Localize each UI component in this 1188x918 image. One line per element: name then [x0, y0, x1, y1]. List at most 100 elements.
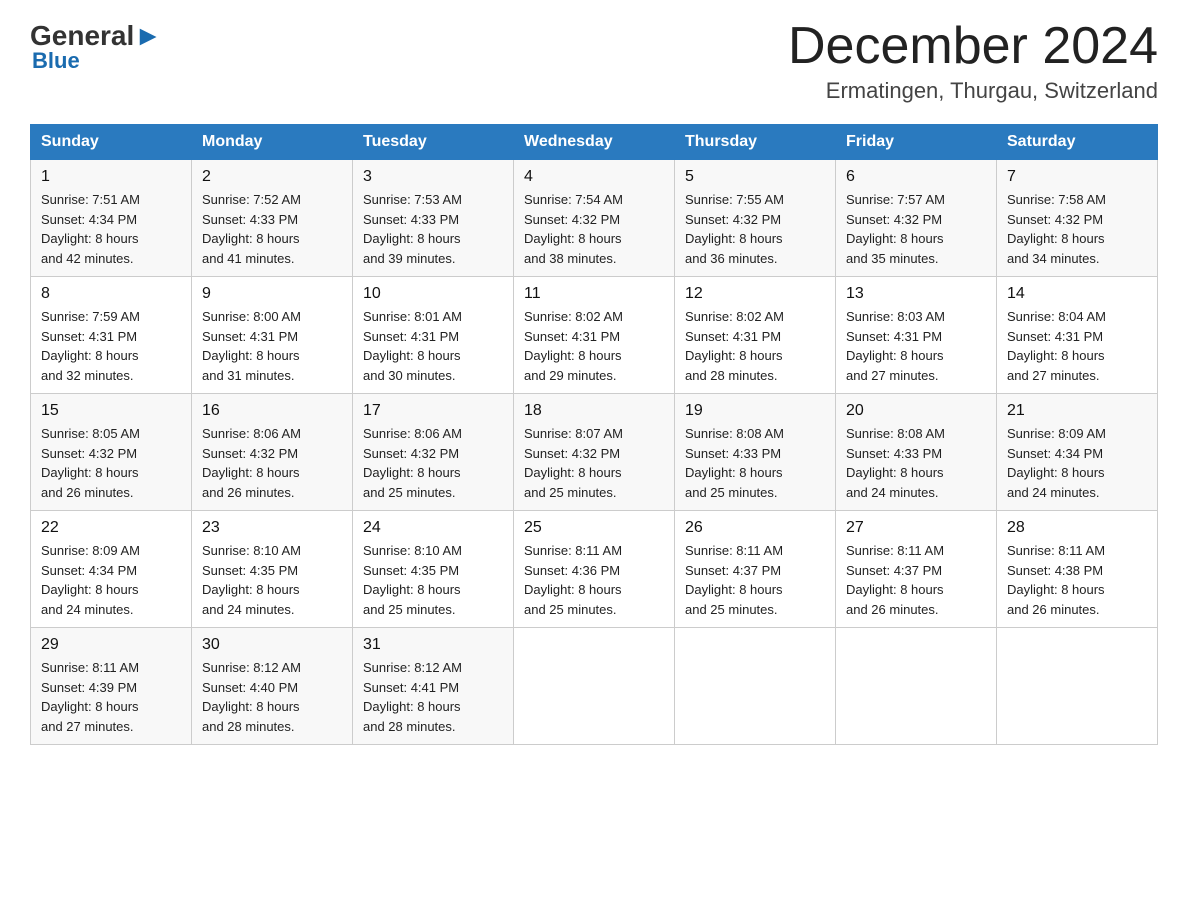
sunrise-label: Sunrise: 8:08 AM: [685, 426, 784, 441]
sunset-label: Sunset: 4:40 PM: [202, 680, 298, 695]
sunset-label: Sunset: 4:34 PM: [1007, 446, 1103, 461]
sunrise-label: Sunrise: 8:02 AM: [524, 309, 623, 324]
calendar-cell: 19 Sunrise: 8:08 AM Sunset: 4:33 PM Dayl…: [675, 394, 836, 511]
day-info: Sunrise: 7:52 AM Sunset: 4:33 PM Dayligh…: [202, 190, 342, 268]
day-number: 29: [41, 636, 181, 654]
sunset-label: Sunset: 4:32 PM: [1007, 212, 1103, 227]
day-number: 6: [846, 168, 986, 186]
calendar-cell: 29 Sunrise: 8:11 AM Sunset: 4:39 PM Dayl…: [31, 628, 192, 745]
sunset-label: Sunset: 4:31 PM: [41, 329, 137, 344]
calendar-cell: 15 Sunrise: 8:05 AM Sunset: 4:32 PM Dayl…: [31, 394, 192, 511]
day-info: Sunrise: 7:59 AM Sunset: 4:31 PM Dayligh…: [41, 307, 181, 385]
calendar-cell: 7 Sunrise: 7:58 AM Sunset: 4:32 PM Dayli…: [997, 160, 1158, 277]
calendar-cell: 8 Sunrise: 7:59 AM Sunset: 4:31 PM Dayli…: [31, 277, 192, 394]
col-tuesday: Tuesday: [353, 125, 514, 160]
calendar-cell: 4 Sunrise: 7:54 AM Sunset: 4:32 PM Dayli…: [514, 160, 675, 277]
sunset-label: Sunset: 4:32 PM: [363, 446, 459, 461]
calendar-cell: 13 Sunrise: 8:03 AM Sunset: 4:31 PM Dayl…: [836, 277, 997, 394]
daylight-label: Daylight: 8 hoursand 28 minutes.: [363, 699, 461, 734]
day-info: Sunrise: 7:57 AM Sunset: 4:32 PM Dayligh…: [846, 190, 986, 268]
sunrise-label: Sunrise: 8:11 AM: [41, 660, 139, 675]
col-saturday: Saturday: [997, 125, 1158, 160]
day-number: 8: [41, 285, 181, 303]
sunset-label: Sunset: 4:31 PM: [1007, 329, 1103, 344]
location-subtitle: Ermatingen, Thurgau, Switzerland: [788, 78, 1158, 104]
day-number: 16: [202, 402, 342, 420]
day-info: Sunrise: 8:01 AM Sunset: 4:31 PM Dayligh…: [363, 307, 503, 385]
day-info: Sunrise: 8:11 AM Sunset: 4:37 PM Dayligh…: [685, 541, 825, 619]
daylight-label: Daylight: 8 hoursand 25 minutes.: [524, 582, 622, 617]
sunset-label: Sunset: 4:35 PM: [202, 563, 298, 578]
daylight-label: Daylight: 8 hoursand 25 minutes.: [685, 582, 783, 617]
sunset-label: Sunset: 4:31 PM: [524, 329, 620, 344]
sunrise-label: Sunrise: 8:09 AM: [41, 543, 140, 558]
daylight-label: Daylight: 8 hoursand 25 minutes.: [363, 465, 461, 500]
sunrise-label: Sunrise: 8:09 AM: [1007, 426, 1106, 441]
day-info: Sunrise: 8:03 AM Sunset: 4:31 PM Dayligh…: [846, 307, 986, 385]
day-number: 30: [202, 636, 342, 654]
calendar-week-row: 29 Sunrise: 8:11 AM Sunset: 4:39 PM Dayl…: [31, 628, 1158, 745]
sunrise-label: Sunrise: 7:59 AM: [41, 309, 140, 324]
title-block: December 2024 Ermatingen, Thurgau, Switz…: [788, 20, 1158, 104]
calendar-week-row: 1 Sunrise: 7:51 AM Sunset: 4:34 PM Dayli…: [31, 160, 1158, 277]
daylight-label: Daylight: 8 hoursand 30 minutes.: [363, 348, 461, 383]
day-number: 17: [363, 402, 503, 420]
day-info: Sunrise: 8:02 AM Sunset: 4:31 PM Dayligh…: [685, 307, 825, 385]
daylight-label: Daylight: 8 hoursand 26 minutes.: [202, 465, 300, 500]
sunrise-label: Sunrise: 8:11 AM: [685, 543, 783, 558]
sunrise-label: Sunrise: 7:57 AM: [846, 192, 945, 207]
sunset-label: Sunset: 4:32 PM: [202, 446, 298, 461]
day-number: 21: [1007, 402, 1147, 420]
sunrise-label: Sunrise: 8:04 AM: [1007, 309, 1106, 324]
daylight-label: Daylight: 8 hoursand 29 minutes.: [524, 348, 622, 383]
calendar-cell: 16 Sunrise: 8:06 AM Sunset: 4:32 PM Dayl…: [192, 394, 353, 511]
day-number: 18: [524, 402, 664, 420]
calendar-cell: [514, 628, 675, 745]
daylight-label: Daylight: 8 hoursand 34 minutes.: [1007, 231, 1105, 266]
day-info: Sunrise: 8:11 AM Sunset: 4:39 PM Dayligh…: [41, 658, 181, 736]
calendar-cell: 23 Sunrise: 8:10 AM Sunset: 4:35 PM Dayl…: [192, 511, 353, 628]
daylight-label: Daylight: 8 hoursand 24 minutes.: [846, 465, 944, 500]
day-info: Sunrise: 7:53 AM Sunset: 4:33 PM Dayligh…: [363, 190, 503, 268]
day-info: Sunrise: 8:11 AM Sunset: 4:37 PM Dayligh…: [846, 541, 986, 619]
sunset-label: Sunset: 4:37 PM: [685, 563, 781, 578]
sunrise-label: Sunrise: 8:12 AM: [363, 660, 462, 675]
sunset-label: Sunset: 4:32 PM: [524, 446, 620, 461]
day-number: 22: [41, 519, 181, 537]
sunrise-label: Sunrise: 7:58 AM: [1007, 192, 1106, 207]
col-thursday: Thursday: [675, 125, 836, 160]
calendar-cell: 31 Sunrise: 8:12 AM Sunset: 4:41 PM Dayl…: [353, 628, 514, 745]
sunrise-label: Sunrise: 8:11 AM: [1007, 543, 1105, 558]
day-number: 20: [846, 402, 986, 420]
calendar-cell: 9 Sunrise: 8:00 AM Sunset: 4:31 PM Dayli…: [192, 277, 353, 394]
day-number: 15: [41, 402, 181, 420]
day-info: Sunrise: 7:58 AM Sunset: 4:32 PM Dayligh…: [1007, 190, 1147, 268]
sunrise-label: Sunrise: 8:06 AM: [202, 426, 301, 441]
daylight-label: Daylight: 8 hoursand 24 minutes.: [41, 582, 139, 617]
daylight-label: Daylight: 8 hoursand 27 minutes.: [846, 348, 944, 383]
daylight-label: Daylight: 8 hoursand 38 minutes.: [524, 231, 622, 266]
logo: General► Blue: [30, 20, 162, 74]
day-info: Sunrise: 8:09 AM Sunset: 4:34 PM Dayligh…: [41, 541, 181, 619]
sunset-label: Sunset: 4:33 PM: [363, 212, 459, 227]
calendar-table: Sunday Monday Tuesday Wednesday Thursday…: [30, 124, 1158, 745]
calendar-cell: 12 Sunrise: 8:02 AM Sunset: 4:31 PM Dayl…: [675, 277, 836, 394]
sunrise-label: Sunrise: 8:07 AM: [524, 426, 623, 441]
calendar-week-row: 22 Sunrise: 8:09 AM Sunset: 4:34 PM Dayl…: [31, 511, 1158, 628]
calendar-header-row: Sunday Monday Tuesday Wednesday Thursday…: [31, 125, 1158, 160]
sunrise-label: Sunrise: 8:00 AM: [202, 309, 301, 324]
daylight-label: Daylight: 8 hoursand 26 minutes.: [41, 465, 139, 500]
calendar-cell: 14 Sunrise: 8:04 AM Sunset: 4:31 PM Dayl…: [997, 277, 1158, 394]
calendar-cell: 21 Sunrise: 8:09 AM Sunset: 4:34 PM Dayl…: [997, 394, 1158, 511]
calendar-cell: 2 Sunrise: 7:52 AM Sunset: 4:33 PM Dayli…: [192, 160, 353, 277]
sunset-label: Sunset: 4:31 PM: [202, 329, 298, 344]
sunrise-label: Sunrise: 7:51 AM: [41, 192, 140, 207]
calendar-cell: [836, 628, 997, 745]
day-number: 28: [1007, 519, 1147, 537]
sunset-label: Sunset: 4:34 PM: [41, 212, 137, 227]
calendar-cell: 24 Sunrise: 8:10 AM Sunset: 4:35 PM Dayl…: [353, 511, 514, 628]
calendar-cell: 5 Sunrise: 7:55 AM Sunset: 4:32 PM Dayli…: [675, 160, 836, 277]
calendar-cell: 26 Sunrise: 8:11 AM Sunset: 4:37 PM Dayl…: [675, 511, 836, 628]
page-header: General► Blue December 2024 Ermatingen, …: [30, 20, 1158, 104]
sunrise-label: Sunrise: 8:03 AM: [846, 309, 945, 324]
